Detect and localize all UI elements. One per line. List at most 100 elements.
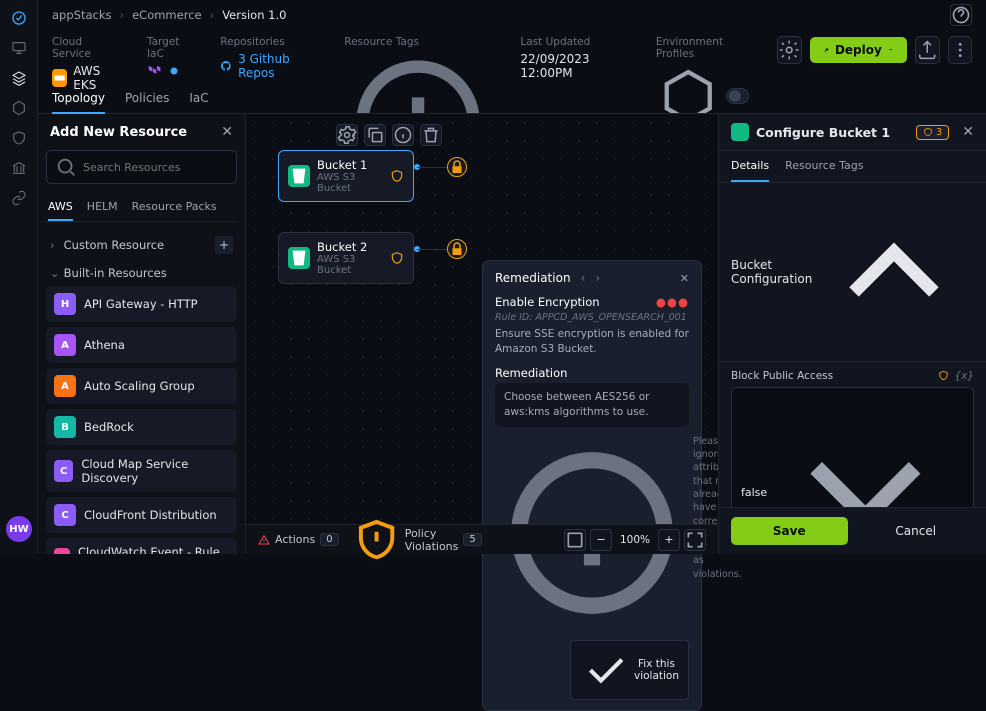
remediation-close[interactable]: ✕: [680, 272, 689, 285]
shield-alert-icon: [353, 516, 400, 563]
block-public-access-select[interactable]: false: [731, 387, 974, 507]
opentofu-icon: [167, 64, 181, 78]
settings-button[interactable]: [777, 36, 801, 64]
policy-violations-counter[interactable]: Policy Violations 5: [353, 516, 482, 563]
remediation-section-title: Enable Encryption: [495, 295, 600, 309]
builtin-resources-row[interactable]: ⌄ Built-in Resources: [46, 260, 237, 286]
resource-item[interactable]: HAPI Gateway - HTTP: [46, 286, 237, 322]
left-panel-title: Add New Resource: [50, 125, 187, 140]
resource-icon: A: [54, 375, 76, 397]
remediation-instructions: Choose between AES256 or aws:kms algorit…: [495, 383, 689, 426]
block-public-access-label: Block Public Access: [731, 370, 833, 382]
remediation-popover: Remediation ‹ › ✕ Enable Encryption ●●● …: [482, 260, 702, 711]
resource-item[interactable]: C Cloud Map Service Discovery: [46, 450, 237, 492]
left-panel-close[interactable]: ✕: [221, 124, 233, 140]
resource-icon: C: [54, 460, 73, 482]
resource-icon: B: [54, 416, 76, 438]
zoom-fit-button[interactable]: [564, 529, 586, 551]
shield-icon[interactable]: [11, 130, 27, 146]
chevron-down-icon: [767, 394, 964, 507]
variable-icon[interactable]: {x}: [954, 370, 974, 382]
save-button[interactable]: Save: [731, 517, 848, 545]
resource-item[interactable]: B BedRock: [46, 409, 237, 445]
resource-label: API Gateway - HTTP: [84, 297, 198, 311]
alert-triangle-icon: [258, 534, 270, 546]
terraform-icon: [147, 64, 161, 78]
s3-bucket-icon: [288, 247, 310, 269]
rocket-icon: [824, 47, 829, 52]
bucket-config-section[interactable]: Bucket Configuration: [719, 183, 986, 362]
resource-icon: C: [54, 548, 70, 554]
resource-item[interactable]: AAuto Scaling Group: [46, 368, 237, 404]
node-bucket-2[interactable]: Bucket 2 AWS S3 Bucket: [278, 232, 414, 284]
rp-tab-details[interactable]: Details: [731, 151, 769, 182]
tab-iac[interactable]: IaC: [189, 83, 208, 113]
link-icon[interactable]: [11, 190, 27, 206]
logo-icon[interactable]: [11, 10, 27, 26]
chevron-down-icon: [888, 47, 893, 52]
canvas-settings-icon[interactable]: [336, 124, 358, 146]
custom-resource-row[interactable]: › Custom Resource +: [46, 230, 237, 260]
remediation-description: Ensure SSE encryption is enabled for Ama…: [495, 327, 689, 356]
resource-item[interactable]: AAthena: [46, 327, 237, 363]
check-icon: [580, 645, 630, 695]
breadcrumb-l1[interactable]: appStacks: [52, 8, 111, 22]
deploy-button[interactable]: Deploy: [810, 37, 908, 63]
canvas-delete-icon[interactable]: [420, 124, 442, 146]
fix-violation-button[interactable]: Fix this violation: [570, 640, 689, 700]
tab-policies[interactable]: Policies: [125, 83, 169, 113]
zoom-value: 100%: [616, 534, 654, 546]
warning-shield-icon: [390, 251, 404, 265]
actions-counter[interactable]: Actions 0: [258, 533, 339, 546]
tab-topology[interactable]: Topology: [52, 83, 105, 113]
right-panel-close[interactable]: ✕: [962, 124, 974, 140]
violations-badge[interactable]: 3: [916, 125, 949, 140]
add-custom-resource[interactable]: +: [215, 236, 233, 254]
zoom-in-button[interactable]: +: [658, 529, 680, 551]
lock-node-2[interactable]: [447, 239, 467, 259]
subtab-aws[interactable]: AWS: [48, 194, 73, 221]
canvas-copy-icon[interactable]: [364, 124, 386, 146]
breadcrumb: appStacks › eCommerce › Version 1.0: [52, 8, 286, 22]
shield-warning-icon: [923, 127, 933, 137]
rp-tab-resource-tags[interactable]: Resource Tags: [785, 151, 863, 182]
breadcrumb-l3[interactable]: Version 1.0: [222, 8, 286, 22]
subtab-helm[interactable]: HELM: [87, 194, 118, 221]
severity-dots-icon: ●●●: [656, 295, 689, 309]
resource-label: Cloud Map Service Discovery: [81, 457, 229, 485]
zoom-out-button[interactable]: −: [590, 529, 612, 551]
github-icon: [220, 59, 232, 73]
lock-node-1[interactable]: [447, 157, 467, 177]
hexagon-icon[interactable]: [11, 100, 27, 116]
chevron-up-icon: [814, 192, 974, 352]
env-profiles-label: Environment Profiles: [656, 36, 749, 60]
help-button[interactable]: [950, 4, 972, 26]
resource-label: CloudFront Distribution: [84, 508, 217, 522]
canvas-info-icon[interactable]: [392, 124, 414, 146]
search-icon: [55, 156, 77, 178]
remediation-title: Remediation: [495, 271, 571, 285]
subtab-resource-packs[interactable]: Resource Packs: [132, 194, 217, 221]
node-bucket-1[interactable]: Bucket 1 AWS S3 Bucket: [278, 150, 414, 202]
resource-label: CloudWatch Event - Rule (Schedule): [78, 545, 229, 554]
export-button[interactable]: [915, 36, 939, 64]
s3-bucket-icon: [731, 123, 749, 141]
resource-item[interactable]: CCloudFront Distribution: [46, 497, 237, 533]
breadcrumb-l2[interactable]: eCommerce: [132, 8, 202, 22]
bank-icon[interactable]: [11, 160, 27, 176]
resource-label: BedRock: [84, 420, 134, 434]
more-button[interactable]: [948, 36, 972, 64]
user-avatar[interactable]: HW: [6, 516, 32, 542]
fullscreen-button[interactable]: [684, 529, 706, 551]
layers-icon[interactable]: [11, 70, 27, 86]
cloud-service-label: Cloud Service: [52, 36, 119, 60]
updated-value: 22/09/2023 12:00PM: [520, 52, 628, 80]
resource-item[interactable]: C CloudWatch Event - Rule (Schedule): [46, 538, 237, 554]
desktop-icon[interactable]: [11, 40, 27, 56]
remediation-next[interactable]: ›: [595, 271, 600, 285]
remediation-prev[interactable]: ‹: [581, 271, 586, 285]
search-resources-input[interactable]: [46, 150, 237, 184]
remediation-rule-id: Rule ID: APPCD_AWS_OPENSEARCH_001: [495, 312, 689, 323]
repos-link[interactable]: 3 Github Repos: [238, 52, 316, 80]
cancel-button[interactable]: Cancel: [858, 517, 975, 545]
